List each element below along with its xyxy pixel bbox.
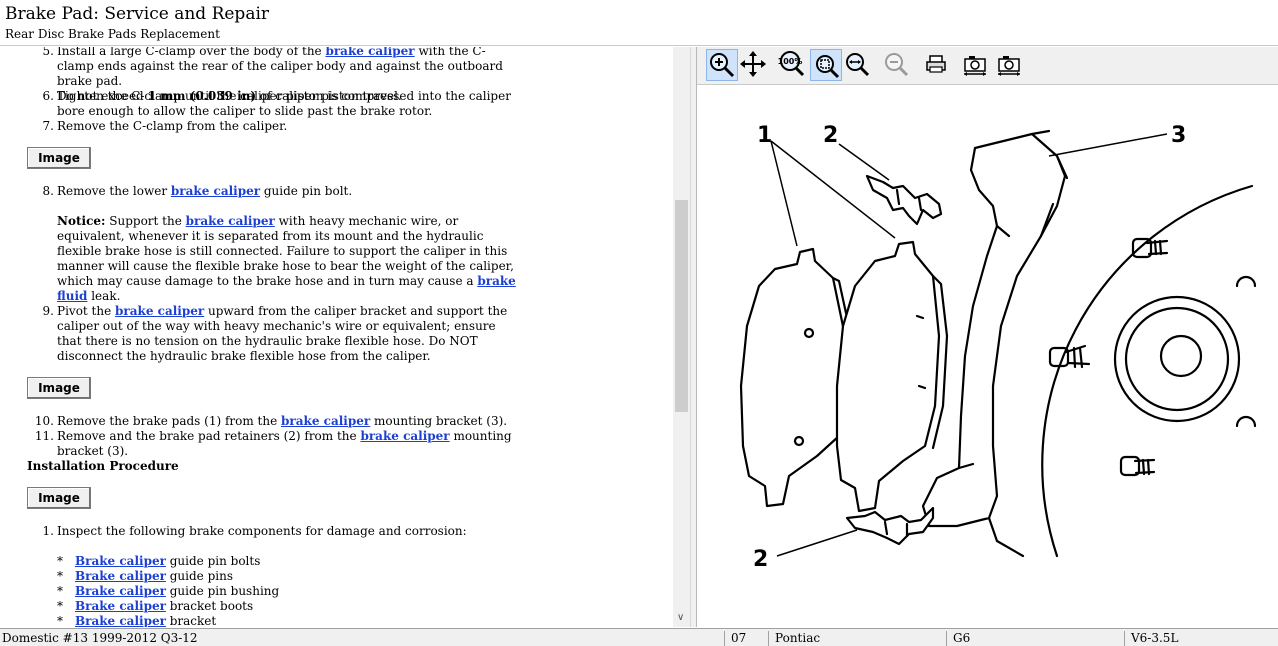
status-make: Pontiac xyxy=(768,631,946,646)
zoom-100-button[interactable]: 100% xyxy=(777,49,809,81)
zoom-out-button[interactable] xyxy=(881,49,913,81)
brake-caliper-link[interactable]: Brake caliper xyxy=(75,569,166,583)
caliper-bracket xyxy=(921,132,1067,528)
camera-icon xyxy=(998,56,1020,76)
leader-line-3 xyxy=(1048,133,1168,157)
bullet-item: * Brake caliper bracket boots xyxy=(57,599,254,613)
wheel-stud xyxy=(1119,455,1156,477)
copy-image-button[interactable] xyxy=(960,49,992,81)
print-button[interactable] xyxy=(921,49,953,81)
page-title: Brake Pad: Service and Repair xyxy=(5,4,270,24)
camera-icon xyxy=(964,56,986,76)
retainer-clip-upper xyxy=(865,174,943,226)
zoom-fit-button[interactable] xyxy=(810,49,842,81)
status-model: G6 xyxy=(946,631,1124,646)
zoom-fit-icon xyxy=(816,55,840,79)
brake-caliper-link[interactable]: brake caliper xyxy=(115,304,204,318)
save-image-button[interactable] xyxy=(994,49,1026,81)
vertical-scrollbar[interactable]: ∨ xyxy=(673,47,690,627)
pan-button[interactable] xyxy=(738,49,770,81)
brake-caliper-link[interactable]: brake caliper xyxy=(325,47,414,58)
zoom-100-icon: 100% xyxy=(778,51,805,77)
status-year: 07 xyxy=(724,631,768,646)
bullet-item: * Brake caliper bracket xyxy=(57,614,217,627)
brake-caliper-link[interactable]: brake caliper xyxy=(360,429,449,443)
brake-caliper-link[interactable]: brake caliper xyxy=(171,184,260,198)
scroll-down-arrow-icon[interactable]: ∨ xyxy=(677,612,684,623)
bullet-item: * Brake caliper guide pin bushing xyxy=(57,584,280,598)
brake-caliper-link[interactable]: Brake caliper xyxy=(75,554,166,568)
page-subtitle: Rear Disc Brake Pads Replacement xyxy=(5,27,220,41)
installation-heading: Installation Procedure xyxy=(27,459,179,473)
zoom-in-icon xyxy=(710,53,735,78)
brake-pad-inner xyxy=(739,247,849,508)
pane-splitter[interactable] xyxy=(690,47,697,627)
callout-2-lower: 2 xyxy=(753,547,768,572)
document-header: Brake Pad: Service and Repair Rear Disc … xyxy=(0,0,1278,46)
retainer-clip-lower xyxy=(845,506,935,546)
brake-caliper-link[interactable]: Brake caliper xyxy=(75,614,166,627)
image-button[interactable]: Image xyxy=(27,377,91,399)
rotor-outline xyxy=(1041,184,1254,558)
callout-2: 2 xyxy=(823,123,838,148)
zoom-out-icon xyxy=(885,53,909,77)
leader-line-2-lower xyxy=(776,529,858,557)
status-database: Domestic #13 1999-2012 Q3-12 xyxy=(2,631,198,645)
image-viewer-pane: 100% 1 2 3 2 xyxy=(697,47,1278,627)
status-engine: V6-3.5L xyxy=(1124,631,1278,646)
bullet-item: * Brake caliper guide pin bolts xyxy=(57,554,261,568)
leader-line-1a xyxy=(770,140,798,247)
bullet-item: * Brake caliper guide pins xyxy=(57,569,233,583)
brake-caliper-link[interactable]: Brake caliper xyxy=(75,584,166,598)
brake-caliper-link[interactable]: brake caliper xyxy=(186,214,275,228)
zoom-width-icon xyxy=(846,53,870,77)
brake-pad-outer xyxy=(835,240,941,513)
procedure-text-pane[interactable]: 5. Install a large C-clamp over the body… xyxy=(0,47,673,627)
printer-icon xyxy=(926,55,946,73)
zoom-100-text: 100% xyxy=(778,57,803,66)
callout-3: 3 xyxy=(1171,123,1186,148)
scrollbar-thumb[interactable] xyxy=(675,200,688,412)
wheel-stud xyxy=(1048,344,1091,369)
brake-caliper-link[interactable]: Brake caliper xyxy=(75,599,166,613)
image-button[interactable]: Image xyxy=(27,147,91,169)
rotor-hub xyxy=(1113,295,1241,423)
status-bar: Domestic #13 1999-2012 Q3-12 07 Pontiac … xyxy=(0,628,1278,646)
brake-caliper-link[interactable]: brake caliper xyxy=(281,414,370,428)
pan-icon xyxy=(740,51,766,77)
image-toolbar: 100% xyxy=(697,47,1278,85)
image-button[interactable]: Image xyxy=(27,487,91,509)
zoom-width-button[interactable] xyxy=(842,49,874,81)
zoom-in-button[interactable] xyxy=(706,49,738,81)
brake-pad-diagram[interactable]: 1 2 3 2 xyxy=(697,86,1278,626)
leader-line-2-upper xyxy=(838,143,890,181)
callout-1: 1 xyxy=(757,123,772,148)
